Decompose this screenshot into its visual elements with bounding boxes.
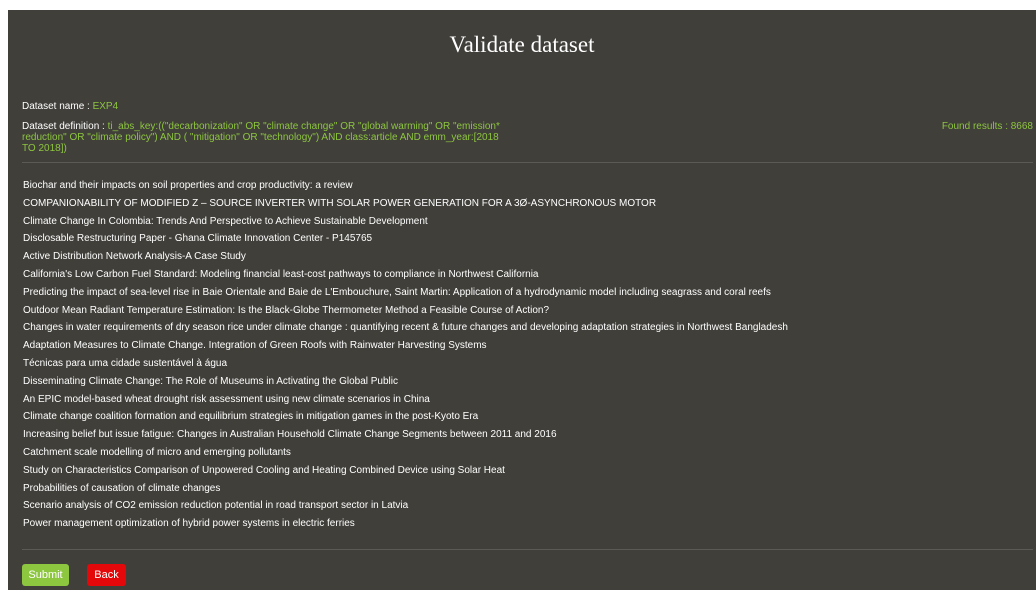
result-item: Power management optimization of hybrid … <box>23 518 355 530</box>
results-list: Biochar and their impacts on soil proper… <box>23 180 788 536</box>
result-item: Scenario analysis of CO2 emission reduct… <box>23 500 409 512</box>
back-button[interactable]: Back <box>87 564 126 586</box>
found-results: Found results : 8668 <box>941 121 1033 132</box>
result-item: Changes in water requirements of dry sea… <box>23 322 788 334</box>
divider <box>22 549 1033 550</box>
result-item: Climate Change In Colombia: Trends And P… <box>23 215 428 227</box>
result-item: Disclosable Restructuring Paper - Ghana … <box>23 233 373 245</box>
result-item: Active Distribution Network Analysis-A C… <box>23 251 246 263</box>
result-item: Study on Characteristics Comparison of U… <box>23 464 505 476</box>
result-item: Climate change coalition formation and e… <box>23 411 479 423</box>
result-item: Catchment scale modelling of micro and e… <box>23 446 291 458</box>
result-item: COMPANIONABILITY OF MODIFIED Z – SOURCE … <box>23 197 657 209</box>
dataset-name-value: EXP4 <box>92 101 119 112</box>
result-item: Predicting the impact of sea-level rise … <box>23 286 771 298</box>
result-item: Probabilities of causation of climate ch… <box>23 482 221 494</box>
result-item: Adaptation Measures to Climate Change. I… <box>23 340 487 352</box>
result-item: Técnicas para uma cidade sustentável à á… <box>23 357 228 369</box>
dataset-definition: Dataset definition : ti_abs_key:(("decar… <box>22 121 508 154</box>
divider <box>22 162 1033 163</box>
result-item: Disseminating Climate Change: The Role o… <box>23 375 398 387</box>
dataset-name-label: Dataset name : <box>22 101 93 112</box>
result-item: An EPIC model-based wheat drought risk a… <box>23 393 430 405</box>
page-title: Validate dataset <box>449 32 595 57</box>
dataset-definition-label: Dataset definition : <box>22 121 108 132</box>
result-item: Increasing belief but issue fatigue: Cha… <box>23 429 557 441</box>
result-item: Outdoor Mean Radiant Temperature Estimat… <box>23 304 550 316</box>
dataset-name: Dataset name : EXP4 <box>22 101 118 112</box>
result-item: California's Low Carbon Fuel Standard: M… <box>23 268 539 280</box>
validate-panel: Validate dataset Dataset name : EXP4 Dat… <box>8 10 1036 590</box>
submit-button[interactable]: Submit <box>22 564 69 586</box>
result-item: Biochar and their impacts on soil proper… <box>23 180 353 191</box>
